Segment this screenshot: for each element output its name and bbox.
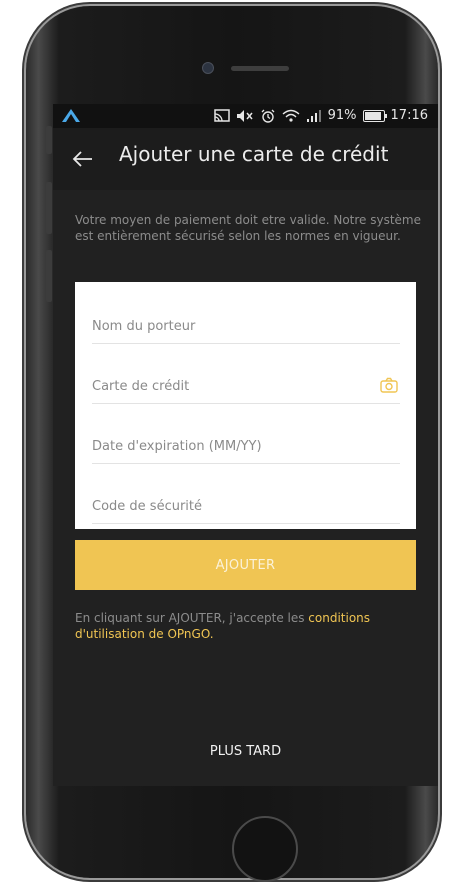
card-number-input[interactable] <box>92 379 362 394</box>
home-button[interactable] <box>232 816 298 882</box>
cast-icon <box>213 109 230 122</box>
later-button[interactable]: PLUS TARD <box>53 744 438 759</box>
page-title: Ajouter une carte de crédit <box>119 142 389 166</box>
clock: 17:16 <box>390 108 428 123</box>
earpiece-speaker <box>231 66 289 71</box>
battery-level-fill <box>364 112 381 120</box>
mute-icon <box>236 110 253 122</box>
wifi-icon <box>282 109 300 122</box>
cardholder-input[interactable] <box>92 319 362 334</box>
add-card-button[interactable]: AJOUTER <box>75 540 416 590</box>
card-number-field[interactable] <box>92 367 400 404</box>
description-text: Votre moyen de paiement doit etre valide… <box>75 213 422 243</box>
status-bar: 91% 17:16 <box>53 104 438 128</box>
app-screen: 91% 17:16 Ajouter une carte de crédit Vo… <box>53 104 438 786</box>
app-bar: Ajouter une carte de crédit <box>53 128 438 190</box>
terms-prefix: En cliquant sur AJOUTER, j'accepte les <box>75 611 309 625</box>
cardholder-field[interactable] <box>92 307 400 344</box>
alarm-icon <box>261 109 275 123</box>
battery-icon <box>362 110 387 122</box>
security-code-field[interactable] <box>92 487 400 524</box>
volume-up-button <box>46 182 52 234</box>
app-logo-icon <box>62 109 80 122</box>
mute-switch <box>46 126 52 154</box>
volume-down-button <box>46 250 52 302</box>
terms-text: En cliquant sur AJOUTER, j'accepte les c… <box>75 610 415 642</box>
camera-icon[interactable] <box>380 377 398 393</box>
signal-icon <box>306 110 321 122</box>
battery-percent: 91% <box>327 108 357 123</box>
front-camera <box>202 62 214 74</box>
card-form <box>75 282 416 529</box>
security-code-input[interactable] <box>92 499 362 514</box>
arrow-left-icon[interactable] <box>71 147 95 171</box>
expiry-input[interactable] <box>92 439 362 454</box>
expiry-field[interactable] <box>92 427 400 464</box>
